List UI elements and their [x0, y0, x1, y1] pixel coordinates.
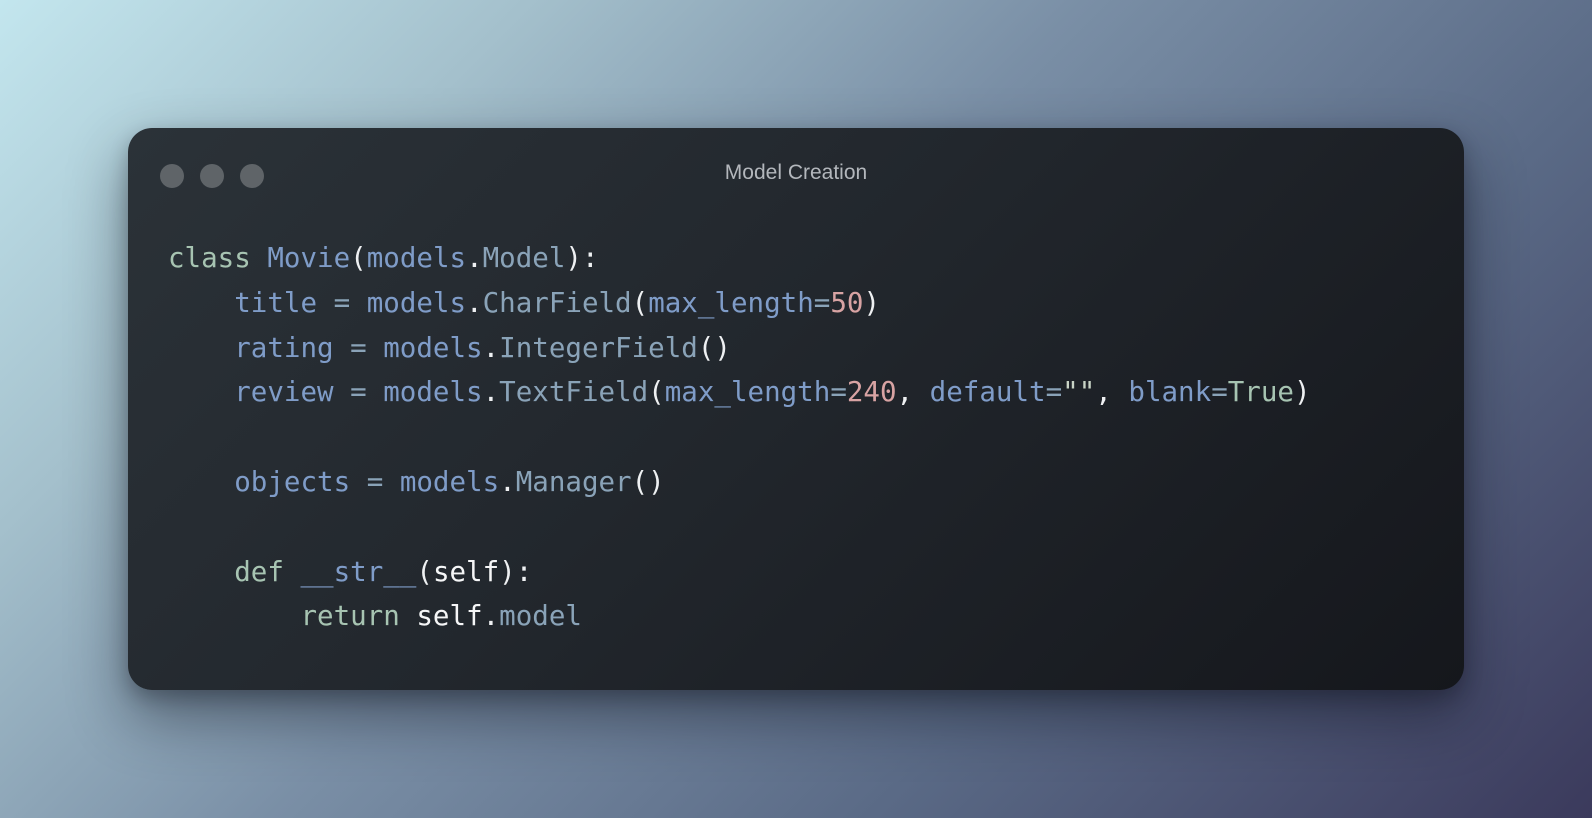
code-line: title = models.CharField(max_length=50)	[168, 281, 1311, 326]
code-token-punc: ,	[1095, 376, 1129, 409]
code-window: Model Creation class Movie(models.Model)…	[128, 128, 1464, 690]
code-token-punc: ()	[631, 465, 665, 498]
code-line: class Movie(models.Model):	[168, 236, 1311, 281]
code-token-op: =	[333, 331, 384, 364]
code-token-op: =	[813, 286, 831, 319]
code-token-op: =	[830, 376, 847, 409]
code-token-attr: Manager	[515, 465, 632, 498]
code-token-var: objects	[234, 465, 351, 498]
code-line: def __str__(self):	[168, 550, 1311, 595]
code-token-var: rating	[234, 331, 334, 364]
code-token-var: models	[366, 242, 467, 274]
window-titlebar: Model Creation	[128, 128, 1464, 224]
code-token-kw: def	[234, 555, 284, 588]
code-token-punc: (	[416, 555, 433, 588]
code-token-kw: return	[300, 600, 400, 633]
code-token-param: max_length	[648, 286, 814, 319]
code-token-punc: .	[466, 242, 483, 274]
code-token-num: 240	[846, 376, 897, 409]
code-token-punc: .	[499, 465, 516, 498]
code-token-punc: .	[482, 376, 500, 409]
code-token-punc: (	[350, 242, 367, 274]
code-token-punc: (	[631, 286, 649, 319]
code-token-op: =	[1211, 376, 1228, 409]
code-line: objects = models.Manager()	[168, 460, 1311, 505]
code-token-var: models	[399, 465, 500, 498]
code-token-attr: model	[499, 600, 582, 633]
code-token-self: self	[432, 555, 500, 588]
code-token-attr: IntegerField	[499, 331, 698, 364]
code-token-punc: .	[482, 600, 500, 633]
code-line: review = models.TextField(max_length=240…	[168, 370, 1311, 415]
code-block[interactable]: class Movie(models.Model): title = model…	[168, 236, 1311, 639]
code-token-str: ""	[1062, 376, 1096, 409]
code-token-var: models	[383, 376, 483, 409]
code-token-op: =	[333, 376, 384, 409]
code-token-var: review	[234, 376, 334, 409]
code-token-op: =	[317, 286, 367, 319]
code-token-attr: CharField	[482, 286, 632, 319]
code-token-punc: ):	[499, 555, 533, 588]
code-token-var: models	[383, 331, 483, 364]
code-token-var: models	[366, 286, 467, 319]
code-token-param: default	[929, 376, 1046, 409]
code-line: rating = models.IntegerField()	[168, 326, 1311, 371]
code-token-param: max_length	[664, 376, 831, 409]
code-token-param: blank	[1128, 376, 1212, 409]
code-token-attr: Model	[482, 242, 566, 274]
code-token-punc: .	[482, 331, 500, 364]
code-token-const: True	[1227, 376, 1294, 409]
code-token-kw: class	[168, 242, 251, 274]
window-title: Model Creation	[724, 161, 868, 184]
code-token-num: 50	[830, 286, 864, 319]
code-token-punc: ()	[697, 331, 731, 364]
code-token-var: title	[234, 286, 318, 319]
code-token-dunder: __str__	[300, 555, 417, 588]
code-token-punc: ,	[896, 376, 930, 409]
code-token-self: self	[416, 600, 483, 633]
code-line: return self.model	[168, 594, 1311, 639]
code-token-op: =	[1045, 376, 1063, 409]
code-token-op: =	[350, 465, 400, 498]
code-token-punc: .	[466, 286, 483, 319]
code-token-punc: )	[1293, 376, 1311, 409]
code-token-punc: ):	[565, 242, 599, 274]
code-token-class: Movie	[267, 242, 351, 274]
code-token-punc: (	[648, 376, 665, 409]
code-token-attr: TextField	[499, 376, 649, 409]
code-token-punc: )	[863, 286, 881, 319]
